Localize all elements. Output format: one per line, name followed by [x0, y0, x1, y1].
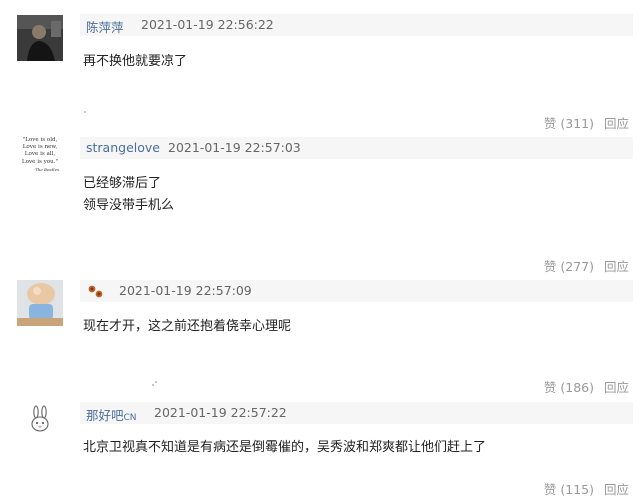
like-button[interactable]: 赞 (186): [544, 380, 594, 395]
comment-line: 现在才开，这之前还抱着侥幸心理呢: [83, 319, 292, 334]
user-emoji-icon: [88, 284, 104, 303]
comment-line: 领导没带手机么: [83, 198, 175, 213]
avatar-quote-line: Love is all,: [24, 151, 56, 158]
username-link[interactable]: 陈萍萍: [86, 17, 124, 36]
avatar-quote-line: -The Beatles: [33, 166, 59, 172]
avatar-quote-line: Love is new,: [22, 144, 58, 151]
user-avatar[interactable]: [17, 15, 63, 61]
comment-line: 已经够滞后了: [83, 176, 162, 191]
comment-meta: 2021-01-19 22:57:09: [80, 280, 633, 302]
reply-button[interactable]: 回应: [604, 116, 629, 131]
comment-meta: 陈萍萍 2021-01-19 22:56:22: [80, 14, 633, 36]
avatar-quote-line: "Love is old,: [22, 137, 58, 143]
username-text: 那好吧: [86, 408, 124, 423]
comment-actions: 赞 (115) 回应: [544, 479, 629, 498]
username-link[interactable]: strangelove: [86, 140, 160, 155]
comment-text: 现在才开，这之前还抱着侥幸心理呢: [83, 316, 291, 338]
reply-button[interactable]: 回应: [604, 259, 629, 274]
comment-line: 再不换他就要凉了: [83, 54, 188, 69]
reply-button[interactable]: 回应: [604, 482, 629, 497]
user-avatar[interactable]: [17, 402, 63, 448]
like-button[interactable]: 赞 (115): [544, 482, 594, 497]
comment-time: 2021-01-19 22:56:22: [141, 17, 274, 32]
comment-meta: strangelove 2021-01-19 22:57:03: [80, 137, 633, 159]
comment-meta: 那好吧CN 2021-01-19 22:57:22: [80, 402, 633, 424]
divider-dot: [155, 381, 157, 383]
like-button[interactable]: 赞 (277): [544, 259, 594, 274]
comment-actions: 赞 (186) 回应: [544, 377, 629, 396]
user-avatar[interactable]: [17, 280, 63, 326]
comment-actions: 赞 (277) 回应: [544, 256, 629, 275]
comment-actions: 赞 (311) 回应: [544, 113, 629, 132]
user-avatar[interactable]: "Love is old, Love is new, Love is all, …: [17, 136, 63, 183]
comment-line: 北京卫视真不知道是有病还是倒霉催的，吴秀波和郑爽都让他们赶上了: [83, 440, 487, 455]
comment-time: 2021-01-19 22:57:09: [119, 283, 252, 298]
username-suffix: CN: [123, 413, 137, 423]
reply-button[interactable]: 回应: [604, 380, 629, 395]
comment-text: 再不换他就要凉了: [83, 51, 187, 73]
username-link[interactable]: 那好吧CN: [86, 405, 137, 424]
divider-dot: [152, 384, 154, 386]
divider-dot: [84, 111, 86, 113]
comment-text: 北京卫视真不知道是有病还是倒霉催的，吴秀波和郑爽都让他们赶上了: [83, 437, 486, 459]
comment-time: 2021-01-19 22:57:22: [154, 405, 287, 420]
like-button[interactable]: 赞 (311): [544, 116, 594, 131]
comment-time: 2021-01-19 22:57:03: [168, 140, 301, 155]
avatar-quote-line: Love is you.": [21, 158, 59, 165]
comment-text: 已经够滞后了 领导没带手机么: [83, 173, 174, 217]
